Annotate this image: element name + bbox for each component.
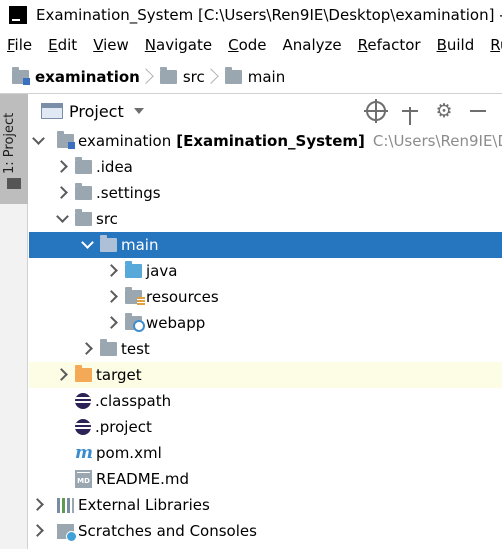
chevron-right-icon[interactable] xyxy=(105,284,121,310)
left-tool-stripe: 1: Project xyxy=(0,94,28,549)
menu-build[interactable]: Build xyxy=(429,30,483,60)
project-view-icon xyxy=(41,103,63,119)
chevron-down-icon[interactable] xyxy=(133,108,144,114)
menu-code[interactable]: Code xyxy=(220,30,274,60)
project-tree: examination [Examination_System] C:\User… xyxy=(29,128,502,549)
chevron-down-icon[interactable] xyxy=(80,232,96,258)
tool-window-actions: ⚙ xyxy=(364,94,502,130)
collapse-all-icon[interactable] xyxy=(400,101,420,130)
module-folder-icon xyxy=(12,66,30,85)
menu-refactor[interactable]: Refactor xyxy=(350,30,429,60)
project-tool-tab[interactable]: 1: Project xyxy=(0,94,28,204)
resources-folder-icon xyxy=(125,287,145,306)
gear-icon[interactable]: ⚙ xyxy=(434,101,454,121)
chevron-right-icon[interactable] xyxy=(105,310,121,336)
folder-icon xyxy=(100,235,117,252)
chevron-right-icon[interactable] xyxy=(80,336,96,362)
tree-row-settings[interactable]: .settings xyxy=(29,180,502,206)
tree-row-java[interactable]: java xyxy=(29,258,502,284)
folder-icon xyxy=(224,66,242,84)
menu-analyze[interactable]: Analyze xyxy=(275,30,350,60)
chevron-down-icon[interactable] xyxy=(55,206,71,232)
scratches-icon xyxy=(57,523,77,542)
menu-edit[interactable]: Edit xyxy=(40,30,85,60)
tree-row-target[interactable]: target xyxy=(29,362,502,388)
window-title: Examination_System [C:\Users\Ren9IE\Desk… xyxy=(36,6,502,24)
tree-row-test[interactable]: test xyxy=(29,336,502,362)
libraries-icon xyxy=(57,497,74,513)
tree-row-readme[interactable]: MD README.md xyxy=(29,466,502,492)
breadcrumb-item-src[interactable]: src xyxy=(159,66,205,86)
chevron-right-icon xyxy=(144,66,152,88)
chevron-right-icon xyxy=(209,66,217,88)
chevron-down-icon[interactable] xyxy=(31,128,47,154)
folder-icon xyxy=(75,183,92,200)
tree-row-webapp[interactable]: webapp xyxy=(29,310,502,336)
tree-row-project[interactable]: .project xyxy=(29,414,502,440)
tree-row-classpath[interactable]: .classpath xyxy=(29,388,502,414)
source-folder-icon xyxy=(125,261,142,278)
chevron-right-icon[interactable] xyxy=(105,258,121,284)
excluded-folder-icon xyxy=(75,365,92,382)
chevron-right-icon[interactable] xyxy=(55,154,71,180)
eclipse-file-icon xyxy=(75,419,91,435)
tree-row-src[interactable]: src xyxy=(29,206,502,232)
tree-row-main[interactable]: main xyxy=(29,232,502,258)
tree-row-external-libraries[interactable]: External Libraries xyxy=(29,492,502,518)
tree-row-examination[interactable]: examination [Examination_System] C:\User… xyxy=(29,128,502,154)
menu-navigate[interactable]: Navigate xyxy=(137,30,220,60)
tree-row-scratches[interactable]: Scratches and Consoles xyxy=(29,518,502,544)
chevron-right-icon[interactable] xyxy=(31,518,47,544)
tree-row-pom[interactable]: m pom.xml xyxy=(29,440,502,466)
chevron-right-icon[interactable] xyxy=(31,492,47,518)
web-folder-icon xyxy=(125,313,145,332)
folder-icon xyxy=(75,209,92,226)
markdown-file-icon: MD xyxy=(75,470,92,488)
menu-view[interactable]: View xyxy=(85,30,137,60)
maven-file-icon: m xyxy=(75,443,93,463)
hide-icon[interactable] xyxy=(468,101,488,121)
intellij-logo-icon xyxy=(9,6,27,24)
tree-row-idea[interactable]: .idea xyxy=(29,154,502,180)
folder-icon xyxy=(7,178,21,189)
menu-bar: File Edit View Navigate Code Analyze Ref… xyxy=(0,30,502,60)
project-tab-label: 1: Project xyxy=(2,112,17,174)
chevron-right-icon[interactable] xyxy=(55,180,71,206)
project-tool-window-header: Project ⚙ xyxy=(29,94,502,130)
tree-row-resources[interactable]: resources xyxy=(29,284,502,310)
locate-icon[interactable] xyxy=(364,99,388,123)
chevron-right-icon[interactable] xyxy=(55,362,71,388)
title-bar: Examination_System [C:\Users\Ren9IE\Desk… xyxy=(0,0,502,30)
breadcrumb: examination src main xyxy=(0,60,502,94)
eclipse-file-icon xyxy=(75,393,91,409)
folder-icon xyxy=(75,157,92,174)
folder-icon xyxy=(100,339,117,356)
breadcrumb-item-examination[interactable]: examination xyxy=(12,66,140,86)
project-view-dropdown[interactable]: Project xyxy=(69,102,124,121)
folder-icon xyxy=(159,66,177,84)
menu-run[interactable]: Ru xyxy=(482,30,502,60)
menu-file[interactable]: File xyxy=(0,30,40,60)
breadcrumb-item-main[interactable]: main xyxy=(224,66,285,86)
module-folder-icon xyxy=(57,131,75,149)
